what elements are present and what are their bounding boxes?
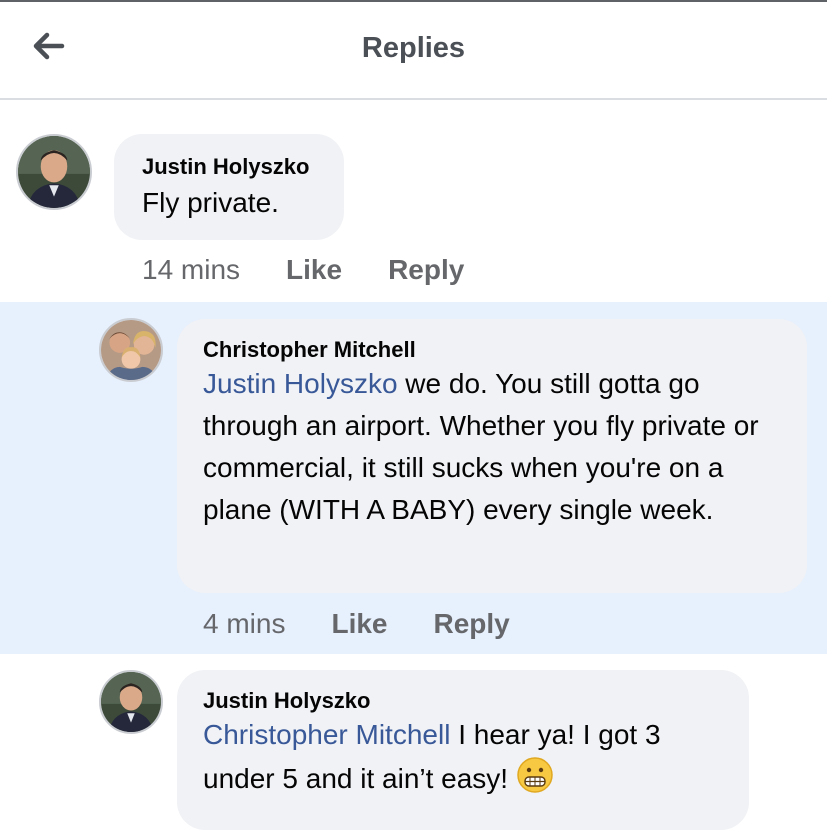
reply-button[interactable]: Reply — [388, 254, 464, 286]
comment-item: Justin Holyszko Fly private. 14 mins Lik… — [0, 100, 827, 302]
comment-item: Justin Holyszko Christopher Mitchell I h… — [0, 654, 827, 830]
comment-meta: 14 mins Like Reply — [142, 254, 510, 286]
comment-author[interactable]: Justin Holyszko — [142, 154, 344, 180]
comment-meta: 4 mins Like Reply — [203, 608, 556, 640]
avatar[interactable] — [16, 134, 92, 210]
mention-link[interactable]: Justin Holyszko — [203, 368, 398, 399]
mention-link[interactable]: Christopher Mitchell — [203, 719, 450, 750]
comment-time: 14 mins — [142, 254, 241, 285]
replies-header: Replies — [0, 2, 827, 100]
like-button[interactable]: Like — [331, 608, 387, 640]
grimacing-face-icon — [517, 757, 553, 793]
reply-button[interactable]: Reply — [434, 608, 510, 640]
comment-author[interactable]: Justin Holyszko — [203, 688, 731, 714]
comment-item-highlighted: Christopher Mitchell Justin Holyszko we … — [0, 302, 827, 654]
avatar[interactable] — [99, 670, 163, 734]
avatar[interactable] — [99, 318, 163, 382]
comment-time: 4 mins — [203, 608, 286, 639]
page-title: Replies — [361, 32, 466, 64]
comment-text: Justin Holyszko we do. You still gotta g… — [203, 363, 789, 531]
comment-text: Christopher Mitchell I hear ya! I got 3 … — [203, 714, 731, 800]
comment-bubble[interactable]: Justin Holyszko Christopher Mitchell I h… — [177, 670, 749, 830]
comment-bubble[interactable]: Christopher Mitchell Justin Holyszko we … — [177, 319, 807, 593]
comment-bubble[interactable]: Justin Holyszko Fly private. — [114, 134, 344, 240]
comment-author[interactable]: Christopher Mitchell — [203, 337, 789, 363]
comment-text: Fly private. — [142, 187, 279, 218]
like-button[interactable]: Like — [286, 254, 342, 286]
